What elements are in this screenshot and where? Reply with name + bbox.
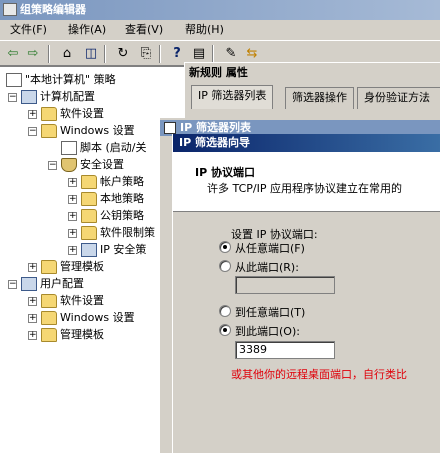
folder-icon	[41, 107, 57, 121]
security-shield-icon	[61, 158, 77, 172]
collapse-toggle-icon[interactable]: −	[8, 93, 17, 102]
filter-list-window-icon	[164, 122, 176, 134]
expand-toggle-icon[interactable]: +	[68, 246, 77, 255]
properties-icon[interactable]: ▤	[190, 45, 208, 63]
radio-from-any-port[interactable]	[219, 241, 231, 253]
wizard-header-description: 许多 TCP/IP 应用程序协议建立在常用的	[207, 182, 402, 195]
back-arrow-icon[interactable]: ⇦	[4, 45, 22, 63]
toolbar-separator	[212, 45, 214, 63]
collapse-toggle-icon[interactable]: −	[8, 280, 17, 289]
expand-toggle-icon[interactable]: +	[28, 110, 37, 119]
computer-icon	[21, 90, 37, 104]
collapse-toggle-icon[interactable]: −	[28, 127, 37, 136]
window-app-icon	[3, 3, 17, 16]
expand-toggle-icon[interactable]: +	[28, 297, 37, 306]
up-folder-icon[interactable]: ⌂	[58, 45, 76, 63]
expand-toggle-icon[interactable]: +	[28, 314, 37, 323]
toolbar-separator	[159, 45, 161, 63]
new-policy-icon[interactable]: ✎	[222, 45, 240, 63]
folder-icon	[81, 175, 97, 189]
folder-icon	[41, 294, 57, 308]
tab-filter-action[interactable]: 筛选器操作	[285, 87, 354, 109]
script-icon	[61, 141, 77, 155]
refresh-icon[interactable]: ↻	[114, 45, 132, 63]
wizard-header: IP 协议端口 许多 TCP/IP 应用程序协议建立在常用的	[173, 152, 440, 212]
folder-icon	[81, 226, 97, 240]
window-title-bar: 组策略编辑器	[0, 0, 440, 20]
from-port-input[interactable]	[235, 276, 335, 294]
window-title: 组策略编辑器	[20, 3, 86, 16]
menu-view[interactable]: 查看(V)	[125, 20, 163, 40]
show-hide-tree-icon[interactable]: ◫	[82, 45, 100, 63]
help-icon[interactable]: ?	[168, 45, 186, 63]
radio-from-this-port[interactable]	[219, 260, 231, 272]
menu-action[interactable]: 操作(A)	[68, 20, 106, 40]
rule-properties-title: 新规则 属性	[185, 63, 440, 83]
to-this-port-label[interactable]: 到此端口(O):	[235, 323, 300, 339]
expand-toggle-icon[interactable]: +	[28, 331, 37, 340]
collapse-toggle-icon[interactable]: −	[48, 161, 57, 170]
folder-icon	[81, 192, 97, 206]
folder-icon	[41, 311, 57, 325]
expand-toggle-icon[interactable]: +	[28, 263, 37, 272]
toolbar-separator	[104, 45, 106, 63]
wizard-header-title: IP 协议端口	[195, 166, 255, 179]
policy-document-icon	[6, 73, 22, 87]
ip-filter-list-title: IP 筛选器列表	[180, 121, 251, 134]
expand-toggle-icon[interactable]: +	[68, 178, 77, 187]
menu-help[interactable]: 帮助(H)	[185, 20, 224, 40]
to-port-input[interactable]: 3389	[235, 341, 335, 359]
folder-icon	[41, 260, 57, 274]
folder-icon	[41, 124, 57, 138]
radio-to-any-port[interactable]	[219, 305, 231, 317]
remote-desktop-port-annotation: 或其他你的远程桌面端口，自行类比	[231, 368, 407, 381]
expand-toggle-icon[interactable]: +	[68, 229, 77, 238]
expand-toggle-icon[interactable]: +	[68, 195, 77, 204]
toolbar-separator	[48, 45, 50, 63]
folder-icon	[81, 209, 97, 223]
folder-icon	[41, 328, 57, 342]
wizard-title: IP 筛选器向导	[173, 134, 440, 152]
ip-filter-wizard: IP 筛选器向导 IP 协议端口 许多 TCP/IP 应用程序协议建立在常用的 …	[172, 134, 440, 453]
radio-to-this-port[interactable]	[219, 324, 231, 336]
rule-properties-tabs: IP 筛选器列表 筛选器操作 身份验证方法	[185, 85, 440, 109]
user-icon	[21, 277, 37, 291]
menu-bar: 文件(F) 操作(A) 查看(V) 帮助(H)	[0, 20, 440, 40]
from-any-port-label[interactable]: 从任意端口(F)	[235, 240, 305, 256]
menu-file[interactable]: 文件(F)	[10, 20, 47, 40]
expand-toggle-icon[interactable]: +	[68, 212, 77, 221]
tab-ip-filter-list[interactable]: IP 筛选器列表	[191, 85, 274, 109]
export-list-icon[interactable]: ⎘	[137, 45, 155, 63]
tab-authentication-methods[interactable]: 身份验证方法	[357, 87, 440, 109]
forward-arrow-icon[interactable]: ⇨	[24, 45, 42, 63]
ip-security-computer-icon	[81, 243, 97, 257]
to-any-port-label[interactable]: 到任意端口(T)	[235, 304, 305, 320]
assign-icon[interactable]: ⇆	[243, 45, 261, 63]
from-this-port-label[interactable]: 从此端口(R):	[235, 259, 299, 275]
